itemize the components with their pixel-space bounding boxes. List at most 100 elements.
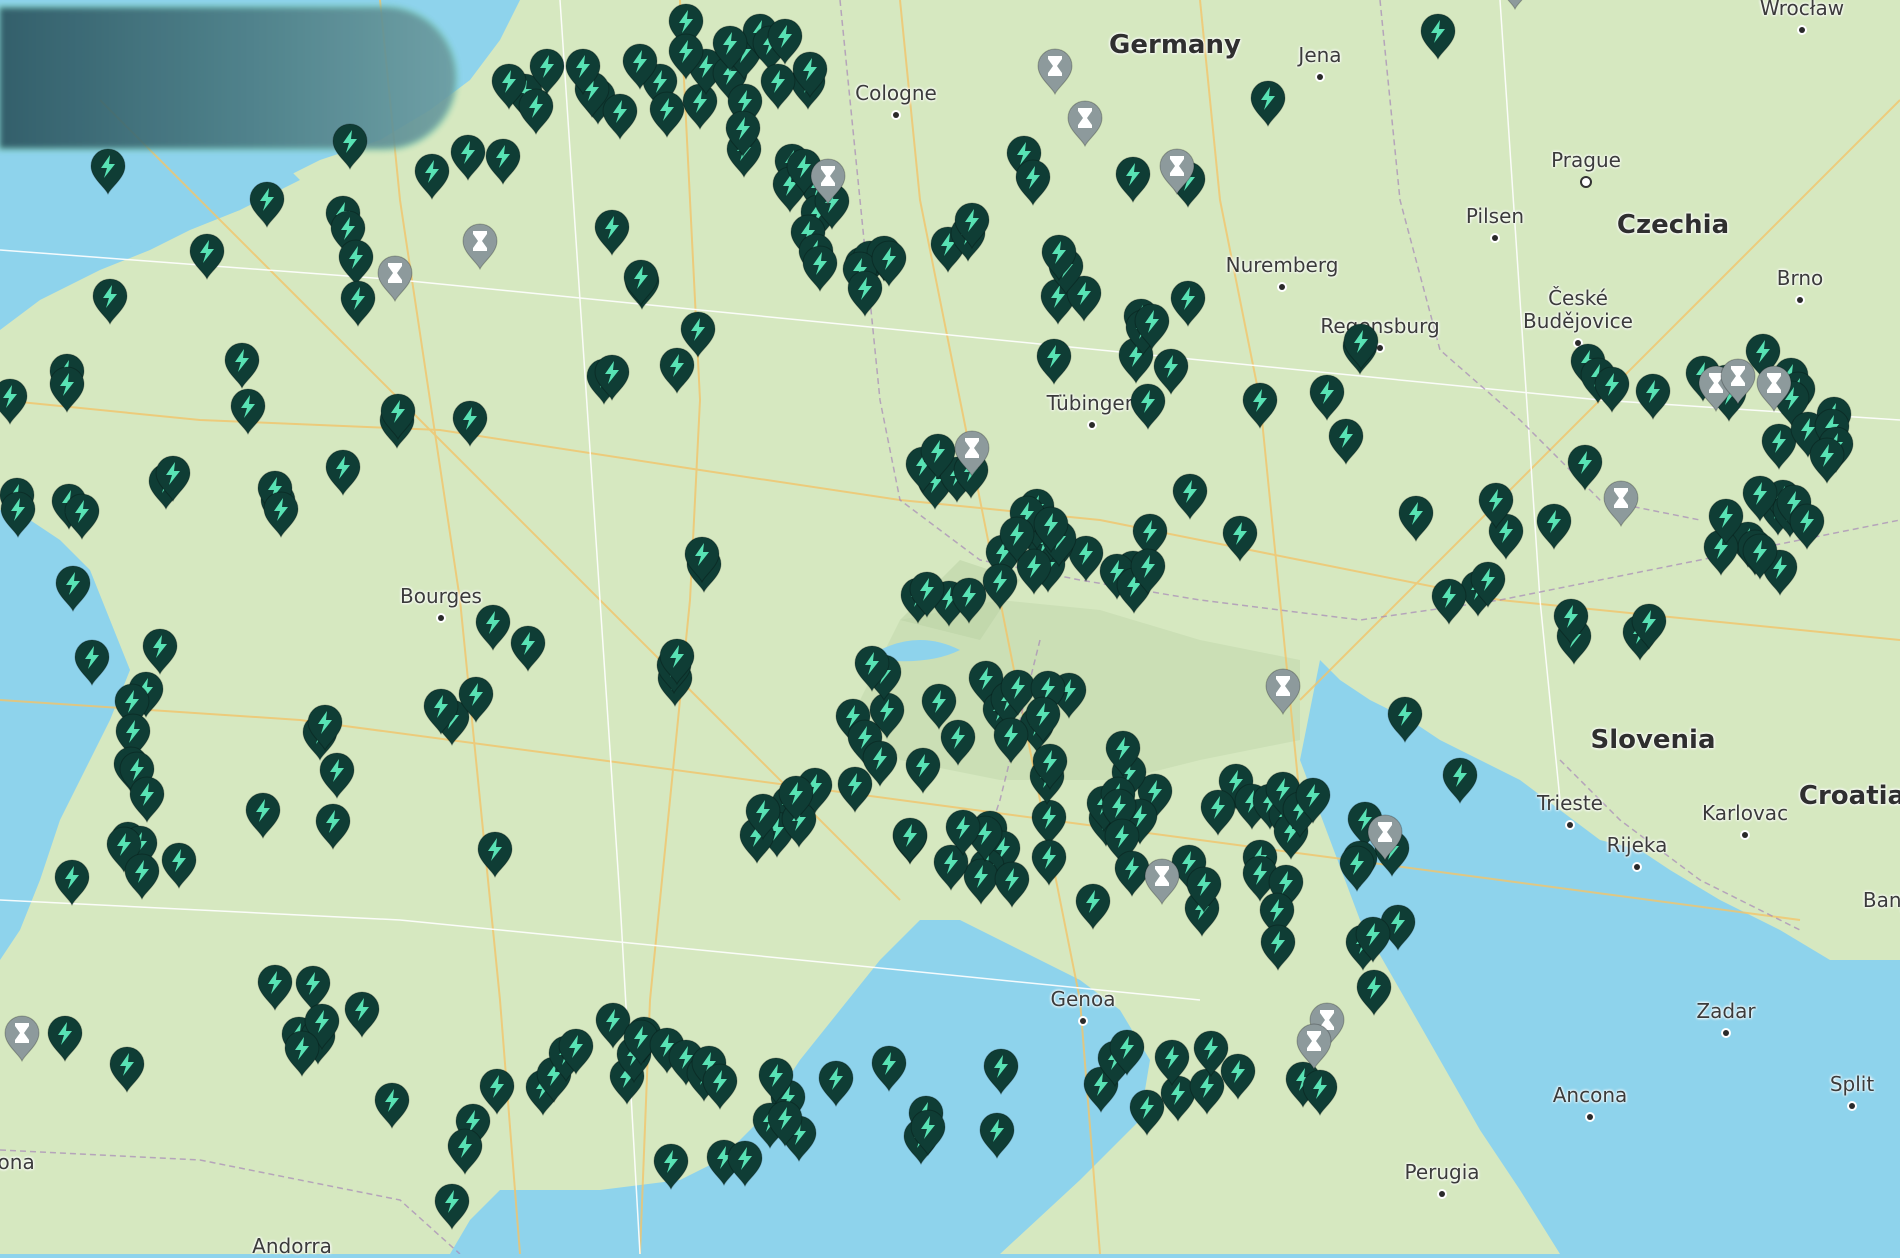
charging-station-pin[interactable]	[1014, 158, 1052, 206]
charging-station-pin[interactable]	[993, 860, 1031, 908]
pending-station-pin[interactable]	[1755, 364, 1793, 412]
charging-station-pin[interactable]	[283, 1029, 321, 1077]
charging-station-pin[interactable]	[1386, 695, 1424, 743]
charging-station-pin[interactable]	[564, 47, 602, 95]
pending-station-pin[interactable]	[1496, 0, 1534, 10]
charging-station-pin[interactable]	[1031, 742, 1069, 790]
pending-station-pin[interactable]	[461, 222, 499, 270]
pending-station-pin[interactable]	[1264, 667, 1302, 715]
charging-station-pin[interactable]	[870, 1044, 908, 1092]
charging-station-pin[interactable]	[0, 377, 29, 425]
charging-station-pin[interactable]	[667, 32, 705, 80]
pending-station-pin[interactable]	[1158, 147, 1196, 195]
charging-station-pin[interactable]	[141, 627, 179, 675]
charging-station-pin[interactable]	[777, 774, 815, 822]
charging-station-pin[interactable]	[724, 109, 762, 157]
charging-station-pin[interactable]	[63, 492, 101, 540]
charging-station-pin[interactable]	[53, 858, 91, 906]
charging-station-pin[interactable]	[476, 830, 514, 878]
charging-station-pin[interactable]	[1192, 1029, 1230, 1077]
charging-station-pin[interactable]	[306, 703, 344, 751]
charging-station-pin[interactable]	[766, 1099, 804, 1147]
charging-station-pin[interactable]	[1169, 279, 1207, 327]
charging-station-pin[interactable]	[998, 515, 1036, 563]
charging-station-pin[interactable]	[1441, 756, 1479, 804]
charging-station-pin[interactable]	[1199, 788, 1237, 836]
charging-station-pin[interactable]	[490, 62, 528, 110]
charging-station-pin[interactable]	[223, 341, 261, 389]
charging-station-pin[interactable]	[1030, 838, 1068, 886]
charging-station-pin[interactable]	[1171, 472, 1209, 520]
charging-station-pin[interactable]	[683, 535, 721, 583]
pending-station-pin[interactable]	[1366, 813, 1404, 861]
charging-station-pin[interactable]	[1808, 436, 1846, 484]
charging-station-pin[interactable]	[870, 239, 908, 287]
charging-station-pin[interactable]	[1241, 381, 1279, 429]
charging-station-pin[interactable]	[422, 687, 460, 735]
charging-station-pin[interactable]	[154, 454, 192, 502]
charging-station-pin[interactable]	[593, 208, 631, 256]
charging-station-pin[interactable]	[919, 432, 957, 480]
charging-station-pin[interactable]	[1185, 865, 1223, 913]
charging-station-pin[interactable]	[908, 570, 946, 618]
charging-station-pin[interactable]	[836, 765, 874, 813]
charging-station-pin[interactable]	[711, 24, 749, 72]
pending-station-pin[interactable]	[1066, 99, 1104, 147]
charging-station-pin[interactable]	[446, 1127, 484, 1175]
charging-station-pin[interactable]	[128, 775, 166, 823]
charging-station-pin[interactable]	[1741, 532, 1779, 580]
charging-station-pin[interactable]	[891, 816, 929, 864]
charging-station-pin[interactable]	[1342, 322, 1380, 370]
charging-station-pin[interactable]	[817, 1059, 855, 1107]
charging-station-pin[interactable]	[48, 365, 86, 413]
charging-station-pin[interactable]	[379, 392, 417, 440]
charging-station-pin[interactable]	[757, 1056, 795, 1104]
pending-station-pin[interactable]	[809, 157, 847, 205]
charging-station-pin[interactable]	[449, 133, 487, 181]
charging-station-pin[interactable]	[648, 90, 686, 138]
charging-station-pin[interactable]	[229, 387, 267, 435]
charging-station-pin[interactable]	[1707, 497, 1745, 545]
charging-station-pin[interactable]	[1535, 502, 1573, 550]
charging-station-pin[interactable]	[593, 353, 631, 401]
charging-station-pin[interactable]	[853, 644, 891, 692]
charging-station-pin[interactable]	[701, 1062, 739, 1110]
charging-station-pin[interactable]	[1074, 882, 1112, 930]
charging-station-pin[interactable]	[91, 277, 129, 325]
charging-station-pin[interactable]	[1035, 337, 1073, 385]
pending-station-pin[interactable]	[1719, 357, 1757, 405]
charging-station-pin[interactable]	[123, 852, 161, 900]
charging-station-pin[interactable]	[324, 448, 362, 496]
charging-station-pin[interactable]	[909, 1108, 947, 1156]
pending-station-pin[interactable]	[3, 1014, 41, 1062]
charging-station-pin[interactable]	[904, 746, 942, 794]
charging-station-pin[interactable]	[1419, 12, 1457, 60]
charging-station-pin[interactable]	[54, 564, 92, 612]
charging-station-pin[interactable]	[920, 682, 958, 730]
charging-station-pin[interactable]	[1152, 347, 1190, 395]
charging-station-pin[interactable]	[1566, 443, 1604, 491]
charging-station-pin[interactable]	[944, 808, 982, 856]
charging-station-pin[interactable]	[1741, 474, 1779, 522]
charging-station-pin[interactable]	[318, 751, 356, 799]
charging-station-pin[interactable]	[248, 180, 286, 228]
charging-station-pin[interactable]	[652, 1142, 690, 1190]
charging-station-pin[interactable]	[1133, 302, 1171, 350]
charging-station-pin[interactable]	[433, 1182, 471, 1230]
charging-station-pin[interactable]	[244, 791, 282, 839]
charging-station-pin[interactable]	[509, 624, 547, 672]
charging-station-pin[interactable]	[1153, 1038, 1191, 1086]
pending-station-pin[interactable]	[1602, 479, 1640, 527]
charging-station-pin[interactable]	[1630, 602, 1668, 650]
charging-station-pin[interactable]	[1129, 547, 1167, 595]
charging-station-pin[interactable]	[1634, 372, 1672, 420]
charging-station-pin[interactable]	[339, 279, 377, 327]
charging-station-pin[interactable]	[1308, 373, 1346, 421]
charging-station-pin[interactable]	[484, 137, 522, 185]
charging-station-pin[interactable]	[1249, 79, 1287, 127]
charging-station-pin[interactable]	[256, 963, 294, 1011]
charging-station-pin[interactable]	[978, 1111, 1016, 1159]
charging-station-pin[interactable]	[1104, 729, 1142, 777]
charging-station-pin[interactable]	[1032, 505, 1070, 553]
charging-station-pin[interactable]	[1301, 1068, 1339, 1116]
